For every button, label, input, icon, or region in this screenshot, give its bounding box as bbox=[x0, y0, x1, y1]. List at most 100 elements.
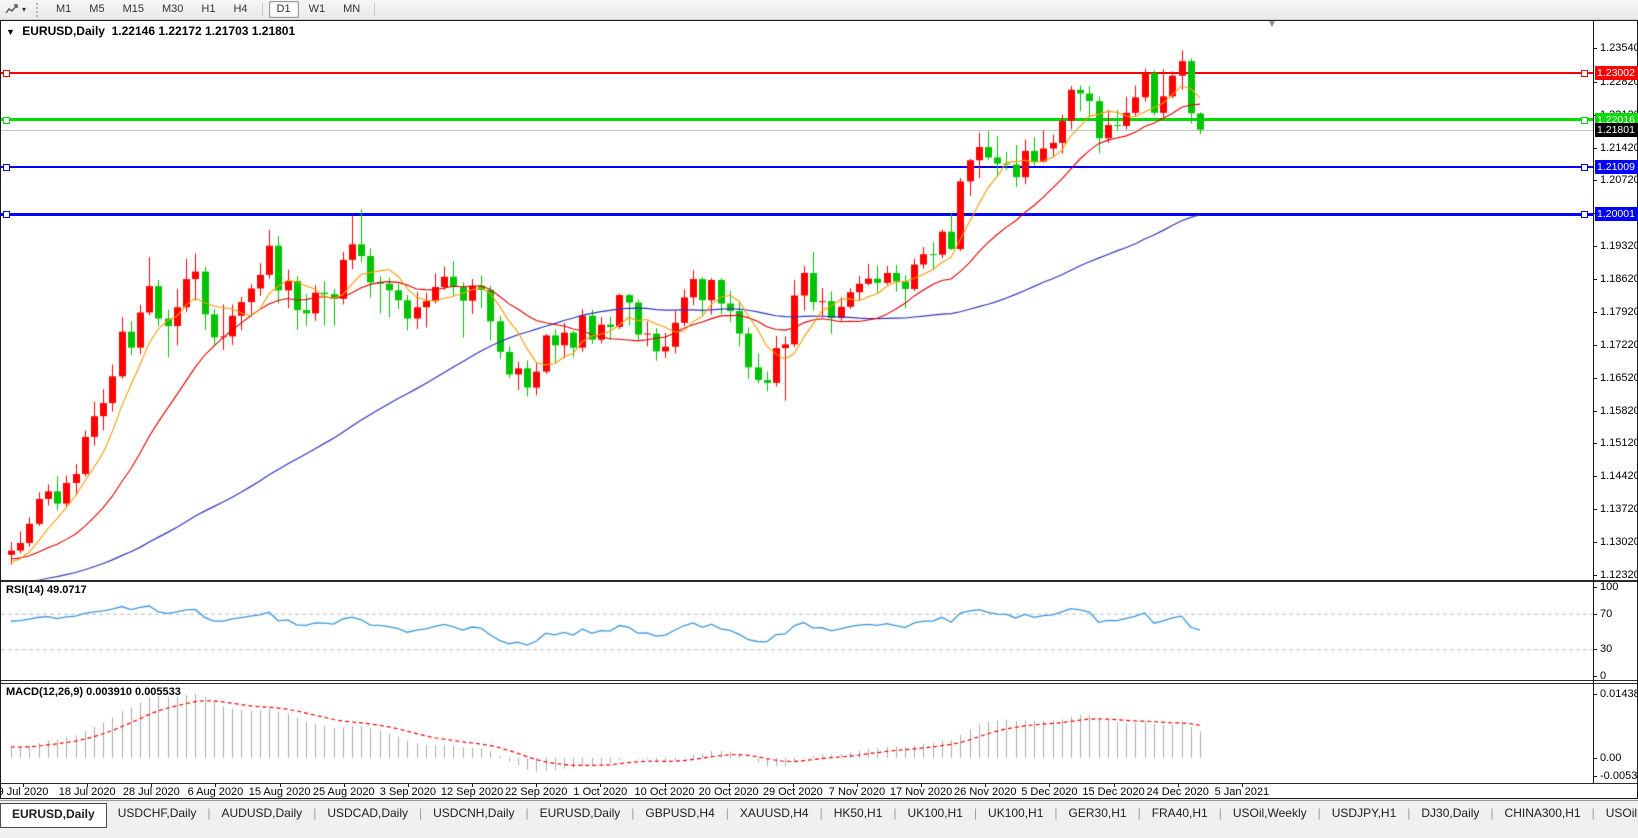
date-axis-label: 9 Jul 2020 bbox=[0, 786, 48, 798]
pane-separator-rsi-macd-b[interactable] bbox=[1, 683, 1637, 684]
price-axis-tick bbox=[1593, 180, 1597, 181]
hline-handle[interactable] bbox=[3, 211, 10, 218]
pane-separator-rsi-macd-a[interactable] bbox=[1, 680, 1637, 681]
price-chart-canvas[interactable] bbox=[1, 38, 1593, 581]
timeframe-button-w1[interactable]: W1 bbox=[301, 1, 334, 18]
date-axis-label: 26 Nov 2020 bbox=[954, 786, 1016, 798]
date-axis-label: 22 Sep 2020 bbox=[505, 786, 567, 798]
rsi-indicator-canvas[interactable] bbox=[1, 582, 1593, 680]
price-axis-tick bbox=[1593, 246, 1597, 247]
chart-tab-usoil-[interactable]: USOil, bbox=[1595, 801, 1638, 826]
macd-indicator-canvas[interactable] bbox=[1, 684, 1593, 783]
price-axis-tick bbox=[1593, 542, 1597, 543]
chart-tab-usoil-weekly[interactable]: USOil,Weekly bbox=[1222, 801, 1318, 826]
chart-tab-usdcad-daily[interactable]: USDCAD,Daily bbox=[316, 801, 419, 826]
hline-handle[interactable] bbox=[3, 117, 10, 124]
price-axis-label: 1.13720 bbox=[1600, 503, 1638, 515]
hline-handle[interactable] bbox=[3, 164, 10, 171]
rsi-axis-label: 100 bbox=[1600, 581, 1618, 593]
chart-shift-marker-icon: ▼ bbox=[1267, 19, 1277, 30]
hline-handle[interactable] bbox=[1581, 164, 1588, 171]
chart-line-tool-icon[interactable] bbox=[2, 2, 22, 17]
date-axis-label: 1 Oct 2020 bbox=[573, 786, 627, 798]
timeframe-button-m1[interactable]: M1 bbox=[48, 1, 79, 18]
price-axis-tick bbox=[1593, 82, 1597, 83]
chart-tab-fra40-h1[interactable]: FRA40,H1 bbox=[1141, 801, 1219, 826]
price-axis-label: 1.18620 bbox=[1600, 273, 1638, 285]
timeframe-button-h1[interactable]: H1 bbox=[193, 1, 223, 18]
current-price-badge: 1.21801 bbox=[1595, 123, 1638, 137]
date-axis-label: 5 Jan 2021 bbox=[1215, 786, 1269, 798]
timeframe-button-mn[interactable]: MN bbox=[335, 1, 368, 18]
chart-title-ohlc: 1.22146 1.22172 1.21703 1.21801 bbox=[112, 24, 296, 38]
date-axis-label: 15 Dec 2020 bbox=[1082, 786, 1144, 798]
chart-tab-hk50-h1[interactable]: HK50,H1 bbox=[823, 801, 894, 826]
price-axis-tick bbox=[1593, 48, 1597, 49]
pane-separator-main-rsi[interactable] bbox=[1, 580, 1637, 582]
price-axis-label: 1.14420 bbox=[1600, 470, 1638, 482]
date-axis-label: 17 Nov 2020 bbox=[890, 786, 952, 798]
chart-tab-bar: EURUSD,DailyUSDCHF,Daily|AUDUSD,Daily|US… bbox=[0, 800, 1638, 838]
price-axis-label: 1.17920 bbox=[1600, 306, 1638, 318]
chart-title-symbol: EURUSD,Daily bbox=[22, 24, 105, 38]
hline-handle[interactable] bbox=[1581, 70, 1588, 77]
price-level-badge: 1.20001 bbox=[1595, 207, 1638, 221]
price-axis-tick bbox=[1593, 148, 1597, 149]
rsi-axis-tick bbox=[1593, 614, 1597, 615]
date-axis-label: 24 Dec 2020 bbox=[1146, 786, 1208, 798]
tool-dropdown-caret-icon[interactable]: ▾ bbox=[22, 5, 32, 14]
toolbar-separator bbox=[374, 3, 375, 16]
date-axis-label: 3 Sep 2020 bbox=[380, 786, 436, 798]
chart-window: ▼ EURUSD,Daily 1.22146 1.22172 1.21703 1… bbox=[0, 20, 1638, 799]
chart-tab-uk100-h1[interactable]: UK100,H1 bbox=[977, 801, 1054, 826]
macd-axis-tick bbox=[1593, 776, 1597, 777]
price-axis-label: 1.19320 bbox=[1600, 240, 1638, 252]
rsi-axis-label: 70 bbox=[1600, 608, 1612, 620]
macd-axis-tick bbox=[1593, 694, 1597, 695]
timeframe-button-m30[interactable]: M30 bbox=[154, 1, 191, 18]
timeframe-button-h4[interactable]: H4 bbox=[225, 1, 255, 18]
timeframe-button-d1[interactable]: D1 bbox=[269, 1, 299, 18]
hline-handle[interactable] bbox=[3, 70, 10, 77]
chart-tab-xauusd-h4[interactable]: XAUUSD,H4 bbox=[729, 801, 820, 826]
date-axis-label: 20 Oct 2020 bbox=[699, 786, 759, 798]
price-axis-label: 1.20720 bbox=[1600, 174, 1638, 186]
toolbar-grip[interactable] bbox=[36, 3, 43, 17]
date-axis-label: 28 Jul 2020 bbox=[123, 786, 180, 798]
chart-tab-usdjpy-h1[interactable]: USDJPY,H1 bbox=[1321, 801, 1407, 826]
date-axis-label: 29 Oct 2020 bbox=[763, 786, 823, 798]
price-axis-label: 1.17220 bbox=[1600, 339, 1638, 351]
price-axis-tick bbox=[1593, 509, 1597, 510]
price-axis-tick bbox=[1593, 443, 1597, 444]
price-axis-label: 1.16520 bbox=[1600, 372, 1638, 384]
price-axis-label: 1.15820 bbox=[1600, 405, 1638, 417]
price-axis-divider bbox=[1593, 21, 1594, 784]
timeframe-button-m5[interactable]: M5 bbox=[81, 1, 112, 18]
hline-handle[interactable] bbox=[1581, 211, 1588, 218]
price-axis-tick bbox=[1593, 312, 1597, 313]
chart-tab-gbpusd-h4[interactable]: GBPUSD,H4 bbox=[634, 801, 725, 826]
rsi-axis-label: 30 bbox=[1600, 643, 1612, 655]
top-toolbar: ▾ M1M5M15M30H1H4 D1W1MN bbox=[0, 0, 1638, 20]
hline-handle[interactable] bbox=[1581, 117, 1588, 124]
chart-tab-dj30-daily[interactable]: DJ30,Daily bbox=[1410, 801, 1490, 826]
chart-tab-eurusd-daily[interactable]: EURUSD,Daily bbox=[0, 803, 107, 828]
timeframe-button-m15[interactable]: M15 bbox=[115, 1, 152, 18]
title-collapse-caret-icon[interactable]: ▼ bbox=[6, 27, 15, 37]
chart-tab-audusd-daily[interactable]: AUDUSD,Daily bbox=[211, 801, 314, 826]
price-axis-tick bbox=[1593, 411, 1597, 412]
chart-tab-usdchf-daily[interactable]: USDCHF,Daily bbox=[107, 801, 208, 826]
chart-tab-china300-h1[interactable]: CHINA300,H1 bbox=[1494, 801, 1592, 826]
date-axis-label: 5 Dec 2020 bbox=[1021, 786, 1077, 798]
chart-tab-uk100-h1[interactable]: UK100,H1 bbox=[897, 801, 974, 826]
chart-tab-eurusd-daily[interactable]: EURUSD,Daily bbox=[529, 801, 632, 826]
price-level-badge: 1.21009 bbox=[1595, 160, 1638, 174]
rsi-axis-tick bbox=[1593, 587, 1597, 588]
chart-tab-ger30-h1[interactable]: GER30,H1 bbox=[1058, 801, 1138, 826]
price-axis-tick bbox=[1593, 476, 1597, 477]
chart-tab-usdcnh-daily[interactable]: USDCNH,Daily bbox=[422, 801, 525, 826]
price-axis-tick bbox=[1593, 345, 1597, 346]
rsi-pane-label: RSI(14) 49.0717 bbox=[6, 584, 87, 596]
macd-axis-label: 0.00 bbox=[1600, 752, 1621, 764]
rsi-axis-tick bbox=[1593, 676, 1597, 677]
